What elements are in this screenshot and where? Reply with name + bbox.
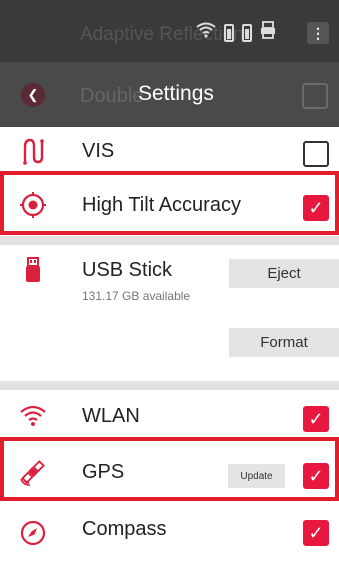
settings-row-usb-stick: USB Stick 131.17 GB available Eject Form… bbox=[0, 245, 339, 375]
printer-icon bbox=[260, 21, 276, 45]
vis-checkbox[interactable] bbox=[303, 141, 329, 167]
settings-row-compass: Compass ✓ bbox=[0, 503, 339, 558]
usb-capacity-text: 131.17 GB available bbox=[82, 289, 191, 303]
format-button-label: Format bbox=[260, 334, 308, 351]
section-divider bbox=[0, 236, 339, 245]
settings-row-wlan: WLAN ✓ bbox=[0, 390, 339, 439]
back-button[interactable]: ❮ bbox=[21, 83, 45, 107]
compass-label: Compass bbox=[82, 518, 167, 540]
battery-icon bbox=[242, 24, 252, 42]
usb-stick-icon bbox=[18, 255, 48, 285]
battery-icon bbox=[224, 24, 234, 42]
vis-label: VIS bbox=[82, 140, 115, 162]
highlight-box bbox=[0, 171, 339, 235]
kebab-menu-icon[interactable]: ⋮ bbox=[307, 22, 329, 44]
compass-checkbox[interactable]: ✓ bbox=[303, 520, 329, 546]
background-ghost-label: Double bbox=[80, 85, 144, 107]
eject-button-label: Eject bbox=[267, 265, 301, 282]
check-icon: ✓ bbox=[308, 408, 324, 429]
chevron-left-icon: ❮ bbox=[27, 87, 39, 102]
eject-button[interactable]: Eject bbox=[229, 259, 339, 288]
wlan-checkbox[interactable]: ✓ bbox=[303, 406, 329, 432]
vis-sensor-icon bbox=[18, 136, 48, 166]
settings-row-vis: VIS bbox=[0, 127, 339, 172]
page-title: Settings bbox=[138, 82, 214, 105]
check-icon: ✓ bbox=[308, 522, 324, 543]
compass-icon bbox=[18, 518, 48, 548]
status-icons bbox=[196, 21, 276, 45]
app-bar: ❮ Double Settings bbox=[0, 62, 339, 127]
usb-stick-label: USB Stick bbox=[82, 259, 173, 281]
format-button[interactable]: Format bbox=[229, 328, 339, 357]
wifi-icon bbox=[18, 401, 48, 431]
highlight-box bbox=[0, 437, 339, 501]
section-divider bbox=[0, 381, 339, 390]
wlan-label: WLAN bbox=[82, 405, 140, 427]
wifi-icon bbox=[196, 21, 216, 45]
status-bar: Adaptive Reflection ⋮ bbox=[0, 0, 339, 62]
background-ghost-checkbox bbox=[302, 83, 328, 109]
